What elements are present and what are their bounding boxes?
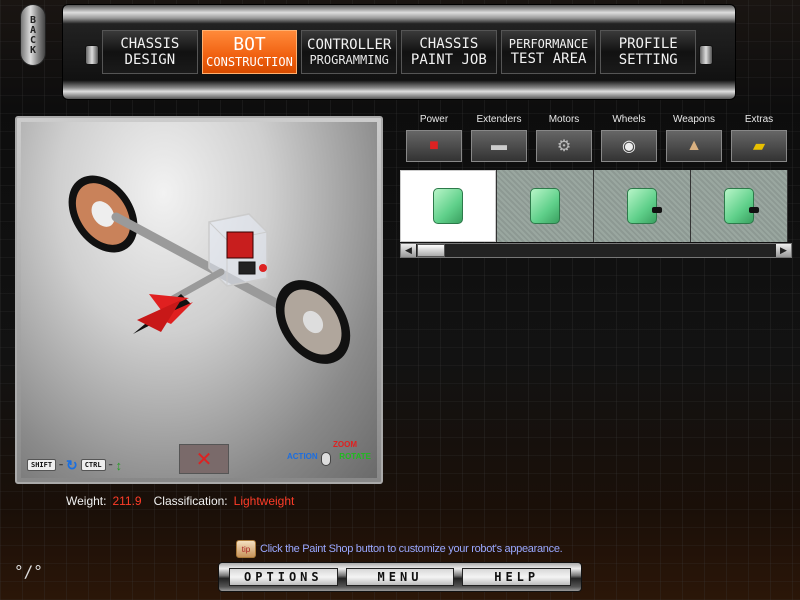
plug-icon bbox=[652, 207, 662, 213]
category-wheels[interactable]: Wheels ◉ bbox=[599, 114, 659, 162]
action-label: ACTION bbox=[287, 452, 318, 461]
classification-value: Lightweight bbox=[233, 494, 295, 508]
plug-icon bbox=[749, 207, 759, 213]
tab-controller-programming[interactable]: CONTROLLER PROGRAMMING bbox=[301, 30, 398, 74]
classification-label: Classification: bbox=[153, 494, 228, 508]
app-root: BACK CHASSIS DESIGN BOT CONSTRUCTION CON… bbox=[0, 0, 800, 600]
dash: – bbox=[108, 461, 113, 469]
tab-line1: BOT bbox=[233, 34, 266, 55]
battery-icon bbox=[724, 188, 754, 224]
bottom-menu-bar: OPTIONS MENU HELP bbox=[218, 562, 582, 592]
robot-stats: Weight: 211.9 Classification: Lightweigh… bbox=[66, 494, 300, 508]
part-item[interactable] bbox=[691, 170, 787, 242]
tab-line2: DESIGN bbox=[124, 52, 176, 68]
ctrl-key: CTRL bbox=[80, 459, 106, 471]
move-up-icon: ↕ bbox=[115, 457, 122, 473]
options-button-label: OPTIONS bbox=[244, 570, 323, 584]
mouse-controls-legend: ZOOM ACTION ROTATE bbox=[287, 440, 371, 470]
category-extras[interactable]: Extras ▰ bbox=[729, 114, 789, 162]
camera-hint: SHIFT – ↻ CTRL – ↕ bbox=[27, 458, 122, 472]
category-label: Wheels bbox=[612, 114, 646, 125]
nav-rivet-right bbox=[699, 45, 713, 65]
weight-value: 211.9 bbox=[112, 494, 142, 508]
weight-label: Weight: bbox=[66, 494, 107, 508]
tab-line2: PAINT JOB bbox=[410, 52, 487, 68]
category-extenders[interactable]: Extenders ▬ bbox=[469, 114, 529, 162]
tab-line2: SETTING bbox=[618, 52, 678, 68]
category-label: Power bbox=[419, 114, 449, 125]
tab-chassis-paint-job[interactable]: CHASSIS PAINT JOB bbox=[401, 30, 497, 74]
weapon-arm bbox=[167, 268, 225, 304]
category-weapons[interactable]: Weapons ▲ bbox=[664, 114, 724, 162]
robot-model[interactable] bbox=[21, 122, 377, 478]
zoom-label: ZOOM bbox=[333, 440, 357, 449]
tab-chassis-design[interactable]: CHASSIS DESIGN bbox=[102, 30, 198, 74]
category-label: Motors bbox=[548, 114, 580, 125]
tip-icon: tip bbox=[236, 540, 256, 558]
battery-icon bbox=[627, 188, 657, 224]
help-button[interactable]: HELP bbox=[462, 568, 572, 586]
tab-line1: CHASSIS bbox=[419, 36, 479, 52]
dash: – bbox=[59, 461, 63, 469]
spike-weapon bbox=[133, 294, 193, 334]
category-label: Extras bbox=[744, 114, 774, 125]
tab-line2: CONSTRUCTION bbox=[206, 55, 293, 69]
category-label: Weapons bbox=[672, 114, 716, 125]
weapon-icon: ▲ bbox=[666, 130, 722, 162]
extender-icon: ▬ bbox=[471, 130, 527, 162]
parts-scrollbar[interactable]: ◀ ▶ bbox=[400, 243, 792, 258]
part-item[interactable] bbox=[497, 170, 593, 242]
tab-line1: CONTROLLER bbox=[307, 37, 392, 53]
top-nav-tabs: CHASSIS DESIGN BOT CONSTRUCTION CONTROLL… bbox=[102, 30, 697, 74]
rotate-icon: ↻ bbox=[65, 457, 78, 473]
scroll-thumb[interactable] bbox=[417, 244, 445, 257]
wheel-icon: ◉ bbox=[601, 130, 657, 162]
help-button-label: HELP bbox=[494, 570, 540, 584]
selected-part-thumbnail[interactable]: ✕ bbox=[179, 444, 229, 474]
menu-button[interactable]: MENU bbox=[345, 568, 455, 586]
tab-profile-setting[interactable]: PROFILE SETTING bbox=[600, 30, 697, 74]
scroll-left-button[interactable]: ◀ bbox=[401, 244, 416, 257]
menu-button-label: MENU bbox=[377, 570, 423, 584]
parts-list bbox=[400, 170, 788, 242]
loading-icon: °/° bbox=[14, 562, 43, 581]
robot-viewport[interactable]: SHIFT – ↻ CTRL – ↕ ✕ ZOOM ACTION ROTATE bbox=[21, 122, 377, 478]
nav-rivet-left bbox=[85, 45, 99, 65]
category-motors[interactable]: Motors ⚙ bbox=[534, 114, 594, 162]
options-button[interactable]: OPTIONS bbox=[229, 568, 338, 586]
shift-key: SHIFT bbox=[27, 459, 57, 471]
mouse-icon bbox=[321, 452, 331, 466]
tab-line1: PERFORMANCE bbox=[508, 37, 589, 51]
back-wheel bbox=[68, 175, 138, 253]
tab-line2: TEST AREA bbox=[510, 51, 587, 67]
part-item[interactable] bbox=[594, 170, 690, 242]
tab-bot-construction[interactable]: BOT CONSTRUCTION bbox=[201, 30, 298, 74]
front-wheel bbox=[275, 280, 351, 364]
robot-viewport-frame: SHIFT – ↻ CTRL – ↕ ✕ ZOOM ACTION ROTATE bbox=[15, 116, 383, 484]
tip-text: Click the Paint Shop button to customize… bbox=[260, 543, 563, 555]
scroll-right-button[interactable]: ▶ bbox=[776, 244, 791, 257]
tab-performance-test-area[interactable]: PERFORMANCE TEST AREA bbox=[500, 30, 597, 74]
extras-icon: ▰ bbox=[731, 130, 787, 162]
tab-line2: PROGRAMMING bbox=[309, 53, 389, 67]
tab-line1: CHASSIS bbox=[120, 36, 180, 52]
tip-bar: tip Click the Paint Shop button to custo… bbox=[236, 540, 563, 558]
battery-part bbox=[226, 231, 254, 259]
back-button-label: BACK bbox=[27, 15, 39, 55]
rotate-label: ROTATE bbox=[339, 452, 371, 461]
back-button[interactable]: BACK bbox=[20, 4, 46, 66]
motor-icon: ⚙ bbox=[536, 130, 592, 162]
tab-line1: PROFILE bbox=[618, 36, 678, 52]
category-label: Extenders bbox=[476, 114, 522, 125]
category-power[interactable]: Power ■ bbox=[404, 114, 464, 162]
part-category-bar: Power ■ Extenders ▬ Motors ⚙ Wheels ◉ We… bbox=[400, 114, 790, 168]
battery-icon bbox=[433, 188, 463, 224]
battery-icon bbox=[530, 188, 560, 224]
part-item[interactable] bbox=[400, 170, 496, 242]
battery-icon: ■ bbox=[406, 130, 462, 162]
